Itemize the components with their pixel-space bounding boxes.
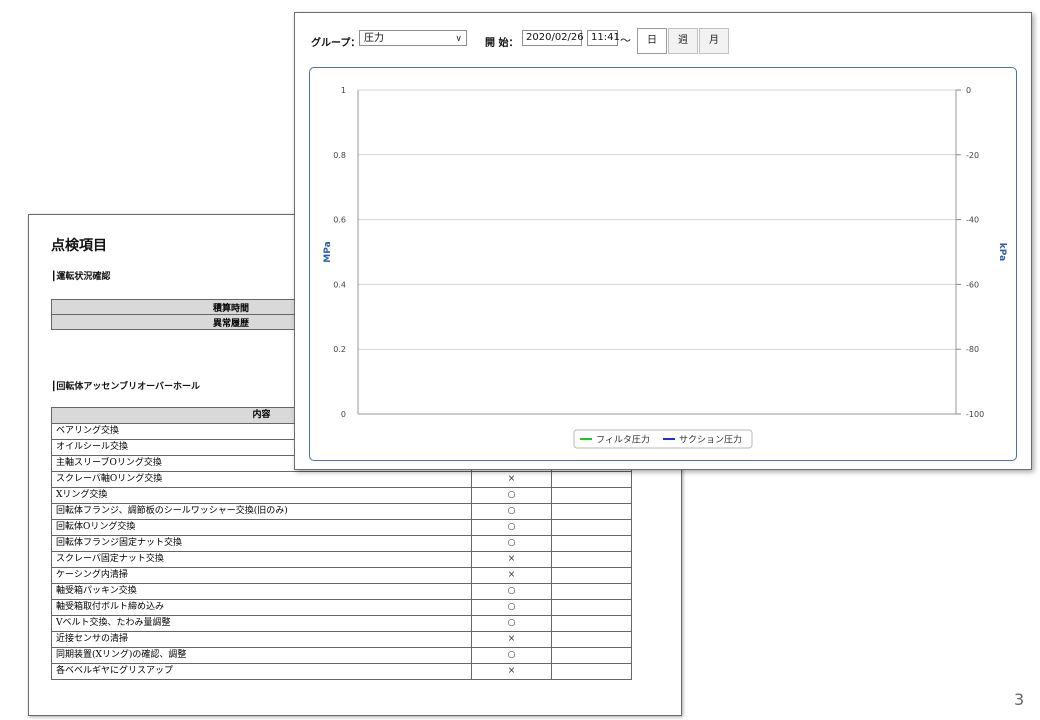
table-row: 各ベベルギヤにグリスアップ × [51,663,632,680]
table-row: 回転体フランジ固定ナット交換 ○ [51,535,632,552]
item-note [551,519,632,536]
item-note [551,551,632,568]
chevron-down-icon: ∨ [455,34,462,44]
item-mark: × [471,567,552,584]
item-content: スクレーパ軸Oリング交換 [51,471,472,488]
left-axis-title: MPa [323,241,333,262]
right-tick-label: -60 [966,280,979,289]
chart-panel: 00.20.40.60.810-20-40-60-80-10012:0015:0… [309,67,1017,461]
start-label: 開 始： [485,38,519,49]
item-content: 近接センサの清掃 [51,631,472,648]
table-row: 回転体Oリング交換 ○ [51,519,632,536]
table-row: スクレーパ軸Oリング交換 × [51,471,632,488]
table-row: Xリング交換 ○ [51,487,632,504]
left-tick-label: 1 [341,86,346,95]
table-row: 同期装置(Xリング)の確認、調整 ○ [51,647,632,664]
right-tick-label: -20 [966,151,979,160]
pressure-chart: 00.20.40.60.810-20-40-60-80-10012:0015:0… [323,86,1007,449]
item-mark: × [471,551,552,568]
table-row: 軸受箱取付ボルト締め込み ○ [51,599,632,616]
table-row: スクレーパ固定ナット交換 × [51,551,632,568]
right-tick-label: -80 [966,345,979,354]
start-date-input[interactable]: 2020/02/26 [522,30,584,46]
item-note [551,487,632,504]
section-rotor-overhaul: ┃回転体アッセンブリオーバーホール [51,382,201,392]
item-mark: × [471,471,552,488]
right-tick-label: -40 [966,216,979,225]
item-content: ケーシング内清掃 [51,567,472,584]
item-note [551,647,632,664]
item-mark: ○ [471,583,552,600]
period-month-button[interactable]: 月 [699,28,729,54]
page-number: 3 [1014,690,1025,709]
legend-label: サクション圧力 [679,434,742,446]
item-content: 回転体フランジ固定ナット交換 [51,535,472,552]
period-day-button[interactable]: 日 [637,28,667,54]
legend-label: フィルタ圧力 [596,434,650,446]
right-tick-label: -100 [966,410,984,419]
item-content: 同期装置(Xリング)の確認、調整 [51,647,472,664]
item-mark: ○ [471,503,552,520]
graph-window: グループ： 圧力 ∨ 開 始： 2020/02/26 11:41 ～ 日 週 月… [294,12,1032,470]
table-row: 回転体フランジ、調節板のシールワッシャー交換(旧のみ) ○ [51,503,632,520]
item-content: Vベルト交換、たわみ量調整 [51,615,472,632]
group-select[interactable]: 圧力 ∨ [359,30,467,46]
item-content: 回転体Oリング交換 [51,519,472,536]
start-time-input[interactable]: 11:41 [587,30,620,46]
item-mark: × [471,631,552,648]
item-mark: ○ [471,615,552,632]
table-row: 軸受箱パッキン交換 ○ [51,583,632,600]
item-content: 回転体フランジ、調節板のシールワッシャー交換(旧のみ) [51,503,472,520]
section-operation-check: ┃運転状況確認 [51,272,111,282]
item-content: 各ベベルギヤにグリスアップ [51,663,472,680]
period-week-button[interactable]: 週 [668,28,698,54]
item-note [551,631,632,648]
item-note [551,471,632,488]
item-note [551,615,632,632]
item-content: 軸受箱パッキン交換 [51,583,472,600]
report-title: 点検項目 [51,238,107,254]
left-tick-label: 0.4 [333,280,346,289]
left-tick-label: 0.6 [333,216,346,225]
left-tick-label: 0 [341,410,346,419]
item-note [551,567,632,584]
right-axis-title: kPa [997,243,1007,261]
range-tilde: ～ [620,34,631,47]
item-note [551,583,632,600]
item-mark: ○ [471,599,552,616]
item-note [551,535,632,552]
right-tick-label: 0 [966,86,971,95]
table-row: 近接センサの清掃 × [51,631,632,648]
item-mark: ○ [471,647,552,664]
group-select-value: 圧力 [364,33,384,44]
table-row: ケーシング内清掃 × [51,567,632,584]
item-note [551,663,632,680]
item-mark: × [471,663,552,680]
left-tick-label: 0.2 [333,345,346,354]
item-note [551,599,632,616]
item-mark: ○ [471,487,552,504]
item-content: Xリング交換 [51,487,472,504]
item-content: スクレーパ固定ナット交換 [51,551,472,568]
item-note [551,503,632,520]
group-label: グループ： [311,38,361,49]
item-content: 軸受箱取付ボルト締め込み [51,599,472,616]
table-row: Vベルト交換、たわみ量調整 ○ [51,615,632,632]
item-mark: ○ [471,535,552,552]
left-tick-label: 0.8 [333,151,346,160]
item-mark: ○ [471,519,552,536]
